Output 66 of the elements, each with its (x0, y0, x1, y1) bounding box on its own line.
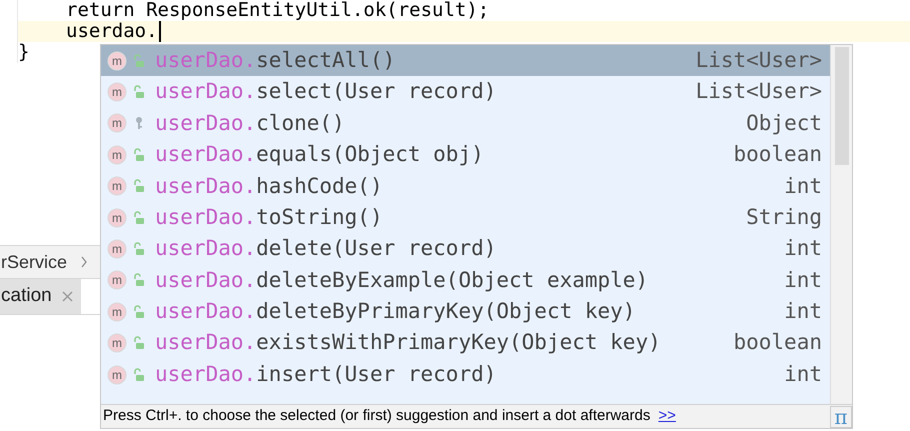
key-icon (133, 116, 145, 130)
padlock-icon (133, 336, 145, 350)
method-icon: m (107, 208, 127, 228)
return-type: List<User> (696, 78, 822, 106)
completion-item[interactable]: m userDao.clone() Object (101, 108, 830, 140)
padlock-icon (133, 148, 145, 162)
method-signature: userDao.deleteByPrimaryKey(Object key) (155, 298, 636, 326)
padlock-icon (133, 85, 145, 100)
method-signature: userDao.selectAll() (155, 46, 396, 74)
tab-label: cation (1, 284, 52, 308)
completion-item[interactable]: m userDao.select(User record) List<User> (101, 76, 830, 108)
close-icon[interactable] (62, 291, 73, 302)
code-line: userdao. (66, 21, 161, 42)
return-type: Object (746, 110, 822, 137)
method-icon: m (107, 144, 127, 165)
scrollbar[interactable] (830, 45, 852, 404)
padlock-icon (133, 54, 145, 68)
editor-tab[interactable]: cation (0, 279, 81, 314)
method-icon: m (107, 113, 127, 134)
completion-item[interactable]: m userDao.deleteByPrimaryKey(Object key) int (101, 296, 830, 328)
completion-item[interactable]: m userDao.selectAll() List<User> (101, 45, 830, 76)
method-icon: m (107, 302, 127, 322)
completion-item[interactable]: m userDao.insert(User record) int (101, 358, 830, 390)
method-signature: userDao.toString() (155, 204, 383, 231)
padlock-icon (133, 242, 145, 256)
method-signature: userDao.existsWithPrimaryKey(Object key) (155, 329, 661, 356)
chevron-icon (81, 256, 88, 268)
method-icon: m (107, 176, 127, 196)
method-signature: userDao.clone() (155, 110, 345, 137)
method-icon: m (107, 364, 127, 385)
hint-text: Press Ctrl+. to choose the selected (or first) suggestion and insert a dot afterwards (103, 406, 650, 426)
code-line: } (18, 42, 30, 63)
method-icon: m (107, 239, 127, 260)
code-line: return ResponseEntityUtil.ok(result); (66, 0, 490, 21)
method-icon: m (107, 50, 127, 71)
padlock-icon (133, 368, 145, 382)
completion-item[interactable]: m userDao.existsWithPrimaryKey(Object key) boolean (101, 328, 830, 359)
completion-item[interactable]: m userDao.toString() String (101, 202, 830, 234)
method-signature: userDao.insert(User record) (155, 360, 496, 388)
method-signature: userDao.select(User record) (155, 78, 496, 106)
completion-item[interactable]: m userDao.equals(Object obj) boolean (101, 139, 830, 171)
return-type: int (784, 172, 822, 200)
completion-item[interactable]: m userDao.hashCode() int (101, 170, 830, 202)
more-link[interactable]: >> (658, 405, 676, 428)
return-type: int (784, 266, 822, 294)
padlock-icon (133, 304, 145, 319)
method-signature: userDao.hashCode() (155, 172, 383, 200)
padlock-icon (133, 179, 145, 194)
return-type: int (784, 235, 822, 262)
return-type: int (784, 298, 822, 326)
return-type: List<User> (696, 46, 822, 74)
method-icon: m (107, 333, 127, 354)
return-type: boolean (733, 141, 822, 168)
padlock-icon (133, 210, 145, 225)
completion-item[interactable]: m userDao.deleteByExample(Object example) int (101, 264, 830, 296)
completion-item[interactable]: m userDao.delete(User record) int (101, 233, 830, 265)
method-icon: m (107, 270, 127, 290)
method-signature: userDao.delete(User record) (155, 235, 496, 262)
padlock-icon (133, 273, 145, 288)
method-icon: m (107, 82, 127, 102)
method-signature: userDao.equals(Object obj) (155, 141, 484, 168)
breadcrumb-item[interactable]: rService (1, 248, 68, 276)
return-type: String (746, 204, 822, 231)
return-type: int (784, 360, 822, 388)
method-signature: userDao.deleteByExample(Object example) (155, 266, 648, 294)
return-type: boolean (733, 329, 822, 356)
